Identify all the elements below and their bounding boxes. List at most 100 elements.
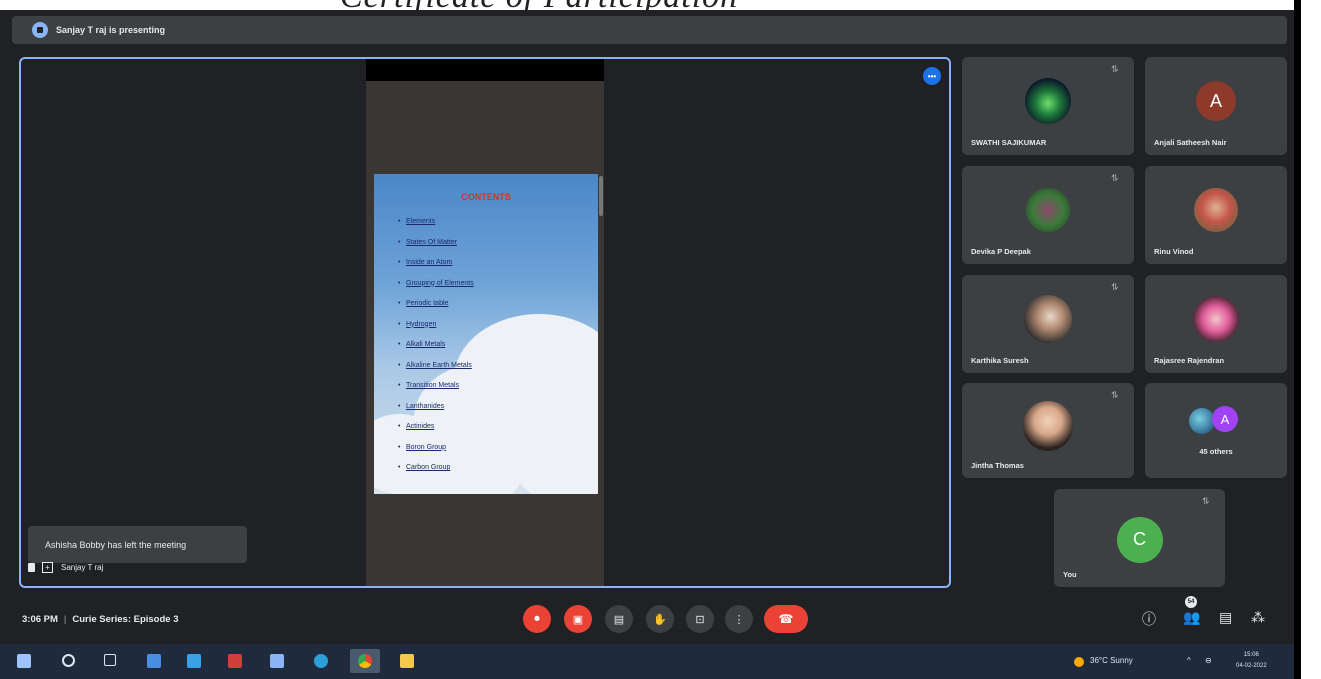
more-options-button[interactable]: ⋮ — [725, 605, 753, 633]
presentation-text: Sanjay T raj is presenting — [56, 25, 166, 35]
info-icon: ⓘ — [1142, 611, 1156, 627]
more-vert-icon: ⋮ — [733, 613, 745, 626]
meeting-name: Curie Series: Episode 3 — [72, 614, 179, 625]
microphone-off-button[interactable]: ⏺ — [523, 605, 551, 633]
certificate-header-strip: Certificate of Participation — [0, 0, 1301, 10]
mic-off-icon: ⥮ — [1111, 173, 1118, 183]
presentation-stage[interactable]: CONTENTS Elements States Of Matter Insid… — [19, 57, 951, 588]
meet-window: Certificate of Participation Sanjay T ra… — [0, 0, 1301, 644]
avatar: A — [1212, 406, 1238, 432]
meeting-details-button[interactable]: ⓘ — [1142, 609, 1156, 629]
participant-name: Karthika Suresh — [971, 356, 1029, 365]
presentation-bar: Sanjay T raj is presenting — [12, 16, 1287, 44]
slide-item[interactable]: Inside an Atom — [398, 259, 474, 280]
presenter-label: + Sanjay T raj — [28, 562, 103, 573]
right-border — [1294, 0, 1301, 679]
chat-button[interactable]: ▤ — [1219, 609, 1232, 626]
slide-item[interactable]: Elements — [398, 218, 474, 239]
mic-off-icon: ⥮ — [1111, 390, 1118, 400]
slide-title: CONTENTS — [461, 192, 511, 202]
slide-item[interactable]: Carbon Group — [398, 464, 474, 485]
participant-tile[interactable]: A Anjali Satheesh Nair — [1145, 57, 1287, 155]
slide-item[interactable]: Grouping of Elements — [398, 280, 474, 301]
slide-item[interactable]: Alkaline Earth Metals — [398, 362, 474, 383]
avatar — [1025, 78, 1071, 125]
meeting-time: 3:06 PM — [22, 614, 58, 625]
presenter-name: Sanjay T raj — [61, 563, 104, 572]
avatar — [1026, 188, 1070, 233]
present-now-button[interactable]: ⊡ — [686, 605, 714, 633]
avatar: A — [1196, 81, 1236, 122]
task-view-icon[interactable] — [104, 654, 116, 666]
participant-name: Jintha Thomas — [971, 461, 1024, 470]
toast-text: Ashisha Bobby has left the meeting — [45, 539, 187, 550]
others-tile[interactable]: A 45 others — [1145, 383, 1287, 478]
avatar: C — [1116, 516, 1163, 563]
search-icon[interactable] — [62, 654, 75, 667]
shapes-icon: ⁂ — [1251, 609, 1265, 625]
slide-item[interactable]: Hydrogen — [398, 321, 474, 342]
avatar — [1194, 188, 1238, 233]
participant-name: Devika P Deepak — [971, 247, 1031, 256]
edge-icon[interactable] — [314, 654, 328, 668]
slide-item[interactable]: Boron Group — [398, 444, 474, 465]
participant-tile[interactable]: ⥮ SWATHI SAJIKUMAR — [962, 57, 1134, 155]
others-count-label: 45 others — [1199, 447, 1233, 456]
start-icon[interactable] — [17, 654, 31, 668]
phone-hangup-icon: ☎ — [778, 612, 794, 626]
participant-name: Anjali Satheesh Nair — [1154, 138, 1227, 147]
participant-tile[interactable]: ⥮ Karthika Suresh — [962, 275, 1134, 373]
slide-item[interactable]: Lanthanides — [398, 403, 474, 424]
participant-tile[interactable]: ⥮ Devika P Deepak — [962, 166, 1134, 264]
camera-off-button[interactable]: ▣ — [564, 605, 592, 633]
more-options-button[interactable]: ••• — [923, 67, 941, 85]
pin-icon[interactable] — [28, 563, 35, 572]
contents-slide: CONTENTS Elements States Of Matter Insid… — [374, 174, 598, 494]
activities-button[interactable]: ⁂ — [1251, 609, 1265, 626]
presentation-icon — [32, 22, 48, 38]
present-icon: + — [42, 562, 53, 573]
system-clock[interactable]: 15:06 04-02-2022 — [1236, 650, 1267, 672]
avatar — [1024, 295, 1072, 344]
mic-off-icon: ⥮ — [1111, 282, 1118, 292]
participant-tile[interactable]: Rajasree Rajendran — [1145, 275, 1287, 373]
certificate-header-text: Certificate of Participation — [340, 0, 738, 10]
avatar — [1023, 400, 1073, 451]
app-icon[interactable] — [187, 654, 201, 668]
file-explorer-icon[interactable] — [400, 654, 414, 668]
powerpoint-icon[interactable] — [228, 654, 242, 668]
slide-contents-list: Elements States Of Matter Inside an Atom… — [398, 218, 474, 485]
participant-name: You — [1063, 570, 1077, 579]
hand-icon: ✋ — [653, 613, 667, 626]
participant-name: Rajasree Rajendran — [1154, 356, 1225, 365]
participant-count-badge: 54 — [1185, 596, 1197, 608]
notification-toast: Ashisha Bobby has left the meeting — [28, 526, 247, 563]
leave-call-button[interactable]: ☎ — [764, 605, 808, 633]
raise-hand-button[interactable]: ✋ — [646, 605, 674, 633]
participant-tile[interactable]: Rinu Vinod — [1145, 166, 1287, 264]
camera-off-icon: ▣ — [572, 613, 584, 626]
weather-text[interactable]: 36°C Sunny — [1090, 656, 1133, 665]
slide-item[interactable]: Periodic table — [398, 300, 474, 321]
document-toolbar — [366, 59, 604, 81]
slide-item[interactable]: Actinides — [398, 423, 474, 444]
slide-item[interactable]: States Of Matter — [398, 239, 474, 260]
app-icon[interactable] — [270, 654, 284, 668]
participant-name: Rinu Vinod — [1154, 247, 1194, 256]
slide-item[interactable]: Transition Metals — [398, 382, 474, 403]
slide-item[interactable]: Alkali Metals — [398, 341, 474, 362]
captions-button[interactable]: ▤ — [605, 605, 633, 633]
weather-icon — [1074, 657, 1084, 667]
self-tile[interactable]: ⥮ C You — [1054, 489, 1225, 587]
chevron-up-icon[interactable]: ^ — [1187, 656, 1191, 665]
widgets-icon[interactable] — [147, 654, 161, 668]
meeting-controls-bar: 3:06 PM | Curie Series: Episode 3 ⏺ ▣ ▤ ✋ … — [0, 596, 1301, 644]
avatar — [1189, 408, 1215, 434]
network-icon[interactable]: ⊖ — [1205, 656, 1212, 665]
chrome-icon[interactable] — [350, 649, 380, 673]
participant-name: SWATHI SAJIKUMAR — [971, 138, 1047, 147]
people-button[interactable]: 👥 — [1183, 609, 1200, 626]
participant-tile[interactable]: ⥮ Jintha Thomas — [962, 383, 1134, 478]
document-scrollbar[interactable] — [599, 176, 603, 216]
mic-off-icon: ⥮ — [1111, 64, 1118, 74]
